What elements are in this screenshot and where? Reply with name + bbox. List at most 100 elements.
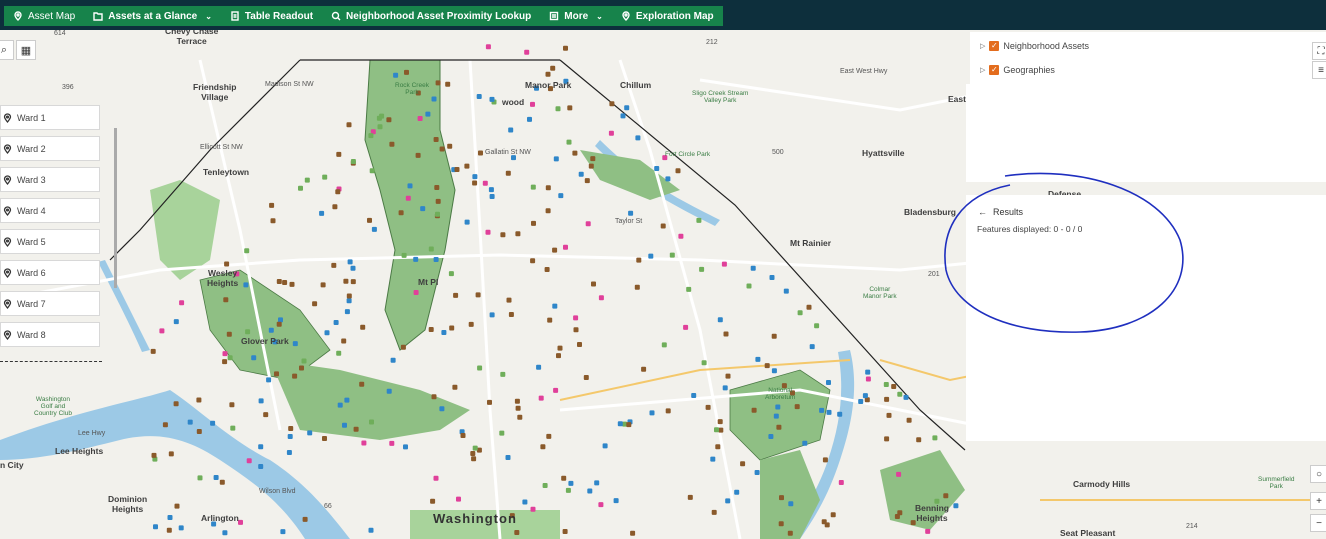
- asset-marker[interactable]: [274, 371, 279, 377]
- asset-marker[interactable]: [344, 309, 350, 315]
- asset-marker[interactable]: [464, 163, 470, 169]
- asset-marker[interactable]: [368, 527, 374, 533]
- asset-marker[interactable]: [547, 317, 553, 323]
- asset-marker[interactable]: [768, 434, 774, 439]
- asset-marker[interactable]: [174, 503, 180, 509]
- asset-marker[interactable]: [557, 345, 563, 351]
- asset-marker[interactable]: [153, 524, 158, 530]
- layer-geographies[interactable]: ▷ ✓ Geographies: [980, 65, 1055, 75]
- asset-marker[interactable]: [276, 321, 282, 327]
- asset-marker[interactable]: [439, 146, 445, 152]
- ward-item-4[interactable]: Ward 4: [0, 198, 100, 223]
- asset-marker[interactable]: [268, 327, 274, 333]
- asset-marker[interactable]: [447, 143, 453, 149]
- asset-marker[interactable]: [475, 292, 481, 298]
- asset-marker[interactable]: [626, 422, 632, 428]
- asset-marker[interactable]: [292, 341, 298, 347]
- asset-marker[interactable]: [517, 414, 523, 420]
- asset-marker[interactable]: [505, 455, 511, 460]
- asset-marker[interactable]: [699, 266, 705, 272]
- asset-marker[interactable]: [530, 258, 536, 264]
- asset-marker[interactable]: [524, 49, 530, 55]
- asset-marker[interactable]: [773, 413, 779, 419]
- asset-marker[interactable]: [389, 141, 395, 147]
- asset-marker[interactable]: [223, 297, 229, 303]
- asset-marker[interactable]: [675, 168, 681, 174]
- asset-marker[interactable]: [173, 319, 179, 325]
- asset-marker[interactable]: [332, 204, 338, 210]
- asset-marker[interactable]: [386, 117, 392, 123]
- asset-marker[interactable]: [431, 96, 437, 102]
- asset-marker[interactable]: [705, 404, 711, 410]
- asset-marker[interactable]: [307, 430, 313, 436]
- asset-marker[interactable]: [572, 150, 578, 156]
- asset-marker[interactable]: [717, 317, 723, 323]
- asset-marker[interactable]: [178, 525, 184, 531]
- asset-marker[interactable]: [884, 396, 890, 402]
- asset-marker[interactable]: [608, 130, 614, 136]
- ward-item-6[interactable]: Ward 6: [0, 260, 100, 285]
- asset-marker[interactable]: [377, 124, 383, 130]
- asset-marker[interactable]: [578, 171, 584, 177]
- asset-marker[interactable]: [210, 420, 216, 426]
- asset-marker[interactable]: [546, 433, 552, 439]
- asset-marker[interactable]: [322, 174, 328, 180]
- asset-marker[interactable]: [686, 286, 692, 292]
- asset-marker[interactable]: [470, 451, 476, 456]
- asset-marker[interactable]: [776, 424, 782, 430]
- asset-marker[interactable]: [435, 211, 440, 217]
- asset-marker[interactable]: [783, 288, 789, 294]
- asset-marker[interactable]: [826, 380, 831, 385]
- asset-marker[interactable]: [884, 436, 890, 442]
- asset-marker[interactable]: [344, 397, 350, 403]
- asset-marker[interactable]: [588, 163, 594, 169]
- asset-marker[interactable]: [301, 358, 307, 364]
- asset-marker[interactable]: [718, 427, 724, 433]
- asset-marker[interactable]: [566, 139, 572, 145]
- asset-marker[interactable]: [243, 282, 249, 288]
- asset-marker[interactable]: [665, 408, 671, 414]
- asset-marker[interactable]: [489, 194, 495, 199]
- asset-marker[interactable]: [346, 298, 352, 304]
- asset-marker[interactable]: [665, 176, 671, 182]
- asset-marker[interactable]: [522, 499, 528, 505]
- asset-marker[interactable]: [609, 101, 615, 107]
- asset-marker[interactable]: [613, 498, 619, 504]
- asset-marker[interactable]: [335, 189, 341, 195]
- asset-marker[interactable]: [263, 412, 269, 418]
- asset-marker[interactable]: [472, 445, 478, 451]
- asset-marker[interactable]: [542, 483, 548, 488]
- asset-marker[interactable]: [822, 457, 828, 463]
- asset-marker[interactable]: [390, 357, 396, 363]
- asset-marker[interactable]: [794, 404, 800, 410]
- fullscreen-icon[interactable]: ⛶: [1312, 42, 1326, 60]
- asset-marker[interactable]: [229, 402, 235, 408]
- asset-marker[interactable]: [346, 122, 352, 128]
- asset-marker[interactable]: [764, 363, 770, 369]
- asset-marker[interactable]: [433, 137, 439, 142]
- asset-marker[interactable]: [439, 406, 445, 412]
- asset-marker[interactable]: [269, 202, 275, 208]
- asset-marker[interactable]: [558, 193, 564, 199]
- asset-marker[interactable]: [536, 364, 542, 370]
- asset-marker[interactable]: [168, 451, 174, 457]
- asset-marker[interactable]: [478, 150, 483, 156]
- zoom-out-button[interactable]: −: [1310, 514, 1326, 532]
- asset-marker[interactable]: [725, 498, 731, 504]
- asset-marker[interactable]: [769, 275, 775, 280]
- asset-marker[interactable]: [346, 293, 352, 299]
- asset-marker[interactable]: [280, 529, 286, 535]
- asset-marker[interactable]: [771, 333, 777, 339]
- asset-marker[interactable]: [222, 359, 228, 365]
- asset-marker[interactable]: [515, 405, 521, 411]
- asset-marker[interactable]: [167, 515, 173, 520]
- asset-marker[interactable]: [568, 480, 574, 486]
- asset-marker[interactable]: [292, 373, 298, 379]
- asset-marker[interactable]: [404, 69, 409, 75]
- asset-marker[interactable]: [405, 195, 411, 201]
- asset-marker[interactable]: [891, 384, 897, 389]
- asset-marker[interactable]: [371, 226, 377, 232]
- asset-marker[interactable]: [477, 365, 483, 371]
- asset-marker[interactable]: [379, 113, 385, 119]
- asset-marker[interactable]: [506, 297, 512, 303]
